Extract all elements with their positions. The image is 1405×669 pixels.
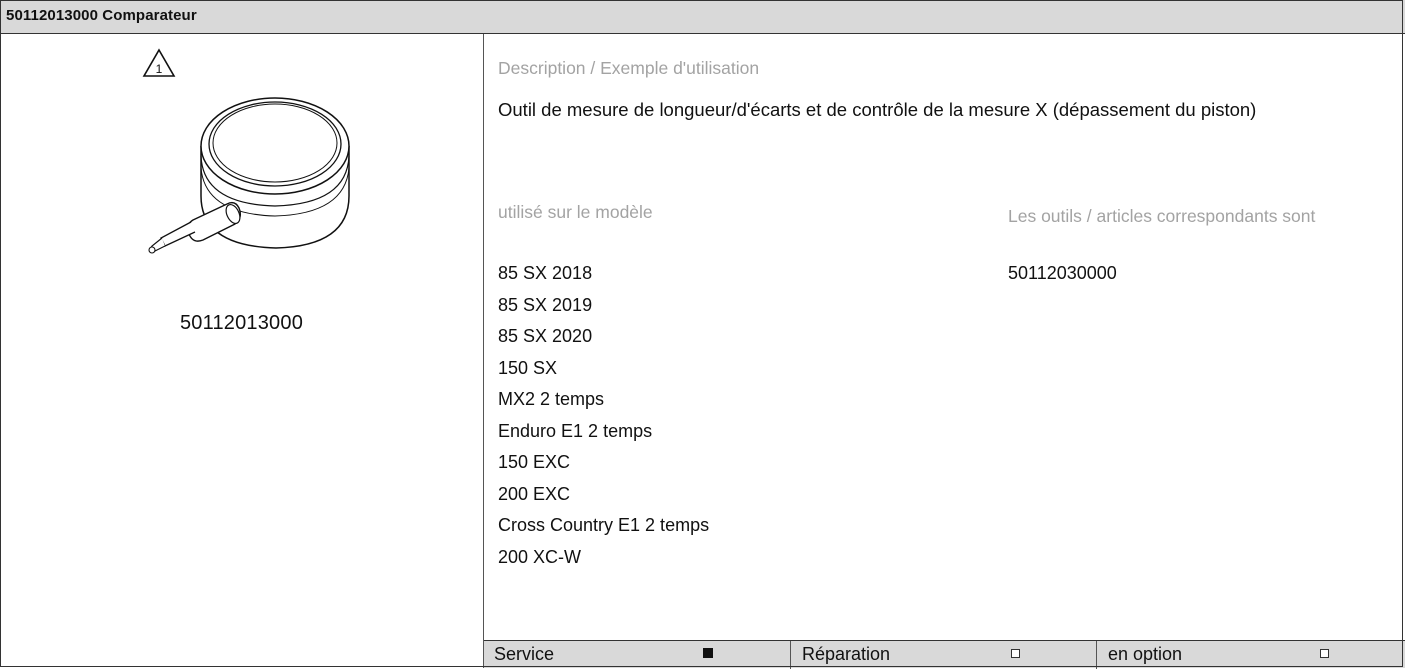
document-frame	[0, 0, 1403, 667]
